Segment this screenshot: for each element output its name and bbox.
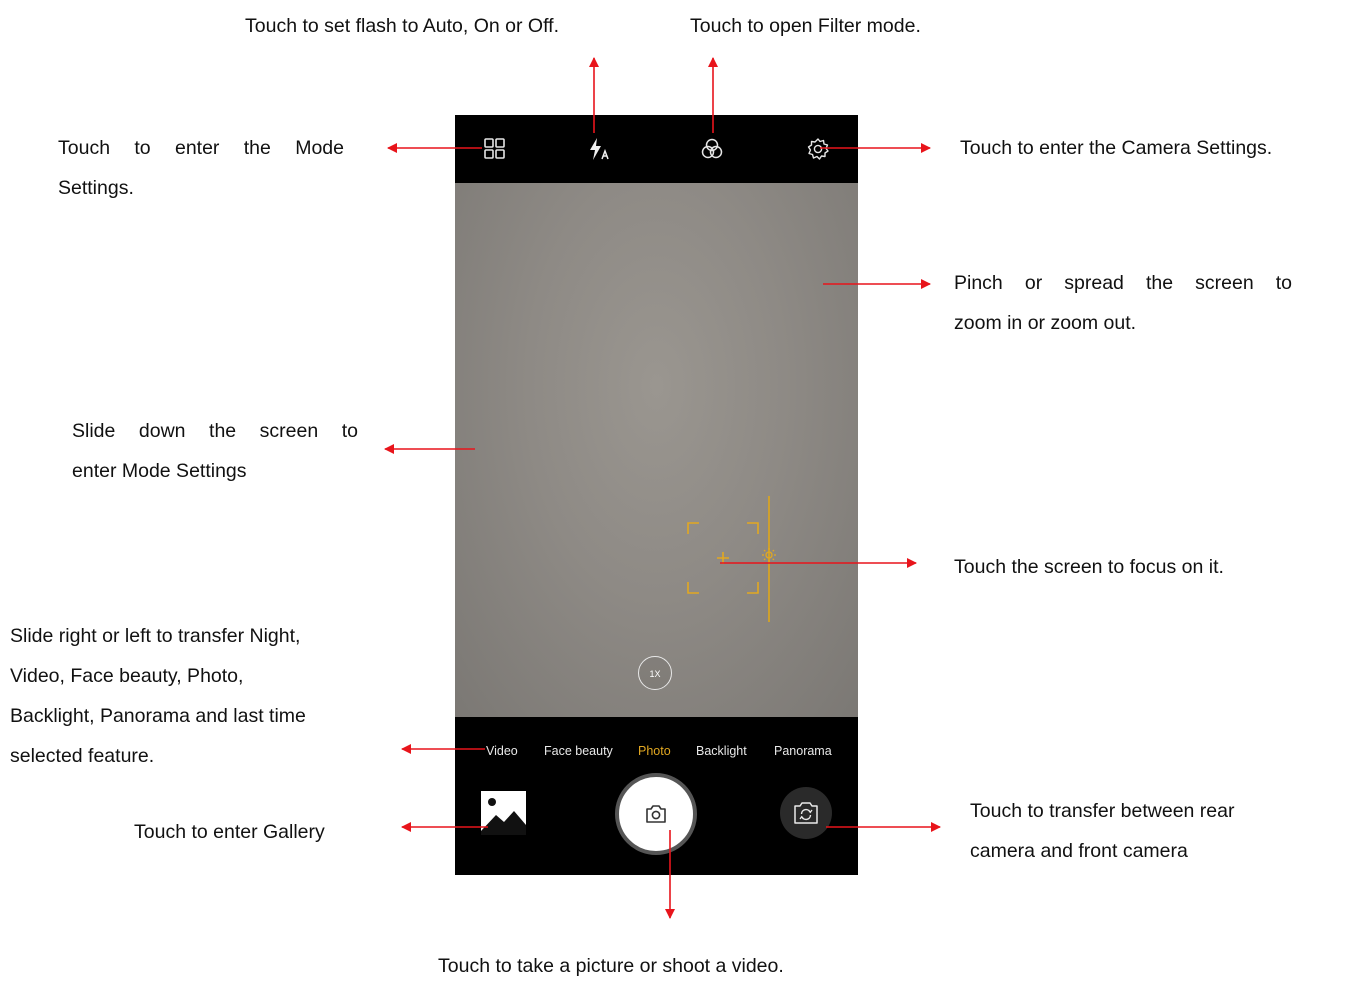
shutter-button[interactable] [615,773,697,855]
mode-settings-annotation-line: Touch to enter the Mode [58,137,344,159]
mode-panorama[interactable]: Panorama [774,744,832,758]
mode-photo[interactable]: Photo [638,744,671,758]
shutter-annotation: Touch to take a picture or shoot a video… [438,955,784,977]
filter-icon[interactable] [698,135,726,163]
focus-frame [687,522,759,594]
slide-modes-annotation-line: Video, Face beauty, Photo, [10,665,244,687]
focus-annotation: Touch the screen to focus on it. [954,556,1224,578]
camera-top-bar [455,115,858,183]
mode-face-beauty[interactable]: Face beauty [544,744,613,758]
zoom-annotation: Pinch or spread the screen to zoom in or… [954,263,1292,343]
switch-camera-annotation: Touch to transfer between rear camera an… [970,791,1234,871]
image-icon [481,791,526,835]
switch-camera-annotation-line: camera and front camera [970,840,1188,862]
zoom-annotation-line: zoom in or zoom out. [954,312,1137,334]
zoom-annotation-line: Pinch or spread the screen to [954,272,1292,294]
filter-annotation: Touch to open Filter mode. [690,15,921,37]
camera-icon [646,805,666,823]
camera-settings-annotation: Touch to enter the Camera Settings. [960,137,1273,159]
mode-video[interactable]: Video [486,744,518,758]
camera-viewfinder[interactable] [455,183,858,717]
mode-settings-annotation: Touch to enter the Mode Settings. [58,128,344,208]
slide-modes-annotation-line: Backlight, Panorama and last time [10,705,306,727]
flash-annotation: Touch to set flash to Auto, On or Off. [245,15,559,37]
slide-modes-annotation: Slide right or left to transfer Night, V… [10,616,390,776]
switch-camera-annotation-line: Touch to transfer between rear [970,800,1235,822]
switch-camera-button[interactable] [780,787,832,839]
gear-icon[interactable] [804,135,832,163]
mode-settings-annotation-line: Settings. [58,177,134,199]
grid-icon[interactable] [481,135,509,163]
mode-backlight[interactable]: Backlight [696,744,747,758]
slide-down-annotation: Slide down the screen to enter Mode Sett… [72,411,358,491]
camera-switch-icon [794,802,818,824]
slide-down-annotation-line: enter Mode Settings [72,460,247,482]
camera-screen: 1X Video Face beauty Photo Backlight Pan… [455,115,858,875]
slide-modes-annotation-line: Slide right or left to transfer Night, [10,625,301,647]
sun-icon [762,548,776,562]
slide-down-annotation-line: Slide down the screen to [72,420,358,442]
mode-selector[interactable]: Video Face beauty Photo Backlight Panora… [455,717,858,779]
zoom-button[interactable]: 1X [638,656,672,690]
gallery-thumbnail[interactable] [481,791,526,835]
gallery-annotation: Touch to enter Gallery [134,821,325,843]
slide-modes-annotation-line: selected feature. [10,745,155,767]
flash-auto-icon[interactable] [585,135,613,163]
